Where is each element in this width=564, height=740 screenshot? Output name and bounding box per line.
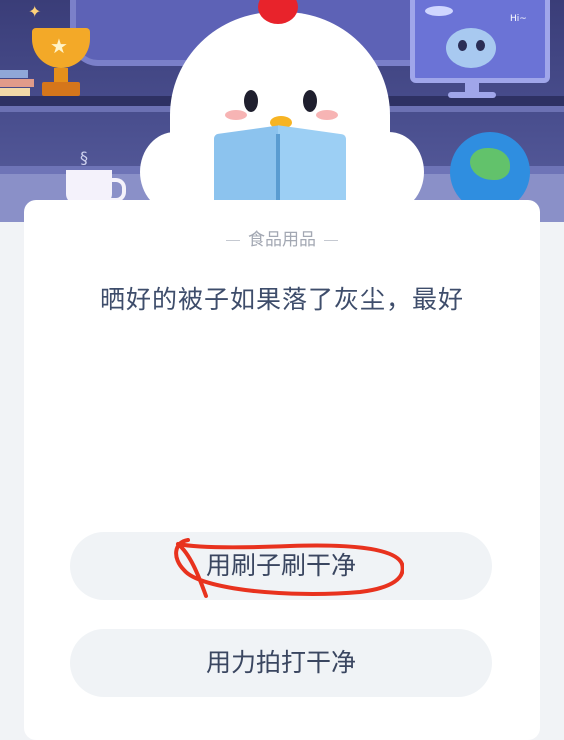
alien-icon [446, 28, 496, 68]
answer-option-2[interactable]: 用力拍打干净 [70, 629, 492, 697]
alien-eye [476, 40, 485, 51]
ufo-icon [425, 6, 453, 16]
book-icon [0, 70, 28, 78]
book-icon [0, 79, 34, 87]
header-banner: ✦ ★ Hi~ § [0, 0, 564, 222]
chick-blush-left [225, 110, 247, 120]
mug-handle [108, 178, 126, 202]
book-icon [0, 88, 30, 96]
steam-icon: § [80, 148, 88, 167]
sparkle-icon: ✦ [28, 2, 42, 21]
chick-eye-left [244, 90, 258, 112]
chick-blush-right [316, 110, 338, 120]
trophy-base [42, 82, 80, 96]
star-icon: ★ [50, 34, 68, 58]
alien-eye [458, 40, 467, 51]
category-label: 食品用品 [24, 225, 540, 250]
question-text: 晒好的被子如果落了灰尘，最好 [99, 285, 464, 314]
monitor-base [448, 92, 496, 98]
category-text: 食品用品 [248, 230, 316, 250]
category-dash-right [324, 239, 338, 241]
trophy-stem [54, 68, 68, 82]
answer-option-1[interactable]: 用刷子刷干净 [70, 532, 492, 600]
mug-icon [66, 170, 112, 204]
category-dash-left [226, 239, 240, 241]
chick-eye-right [303, 90, 317, 112]
hi-speech-text: Hi~ [510, 14, 527, 24]
question-card: 食品用品 晒好的被子如果落了灰尘，最好 用刷子刷干净 用力拍打干净 [24, 200, 540, 740]
